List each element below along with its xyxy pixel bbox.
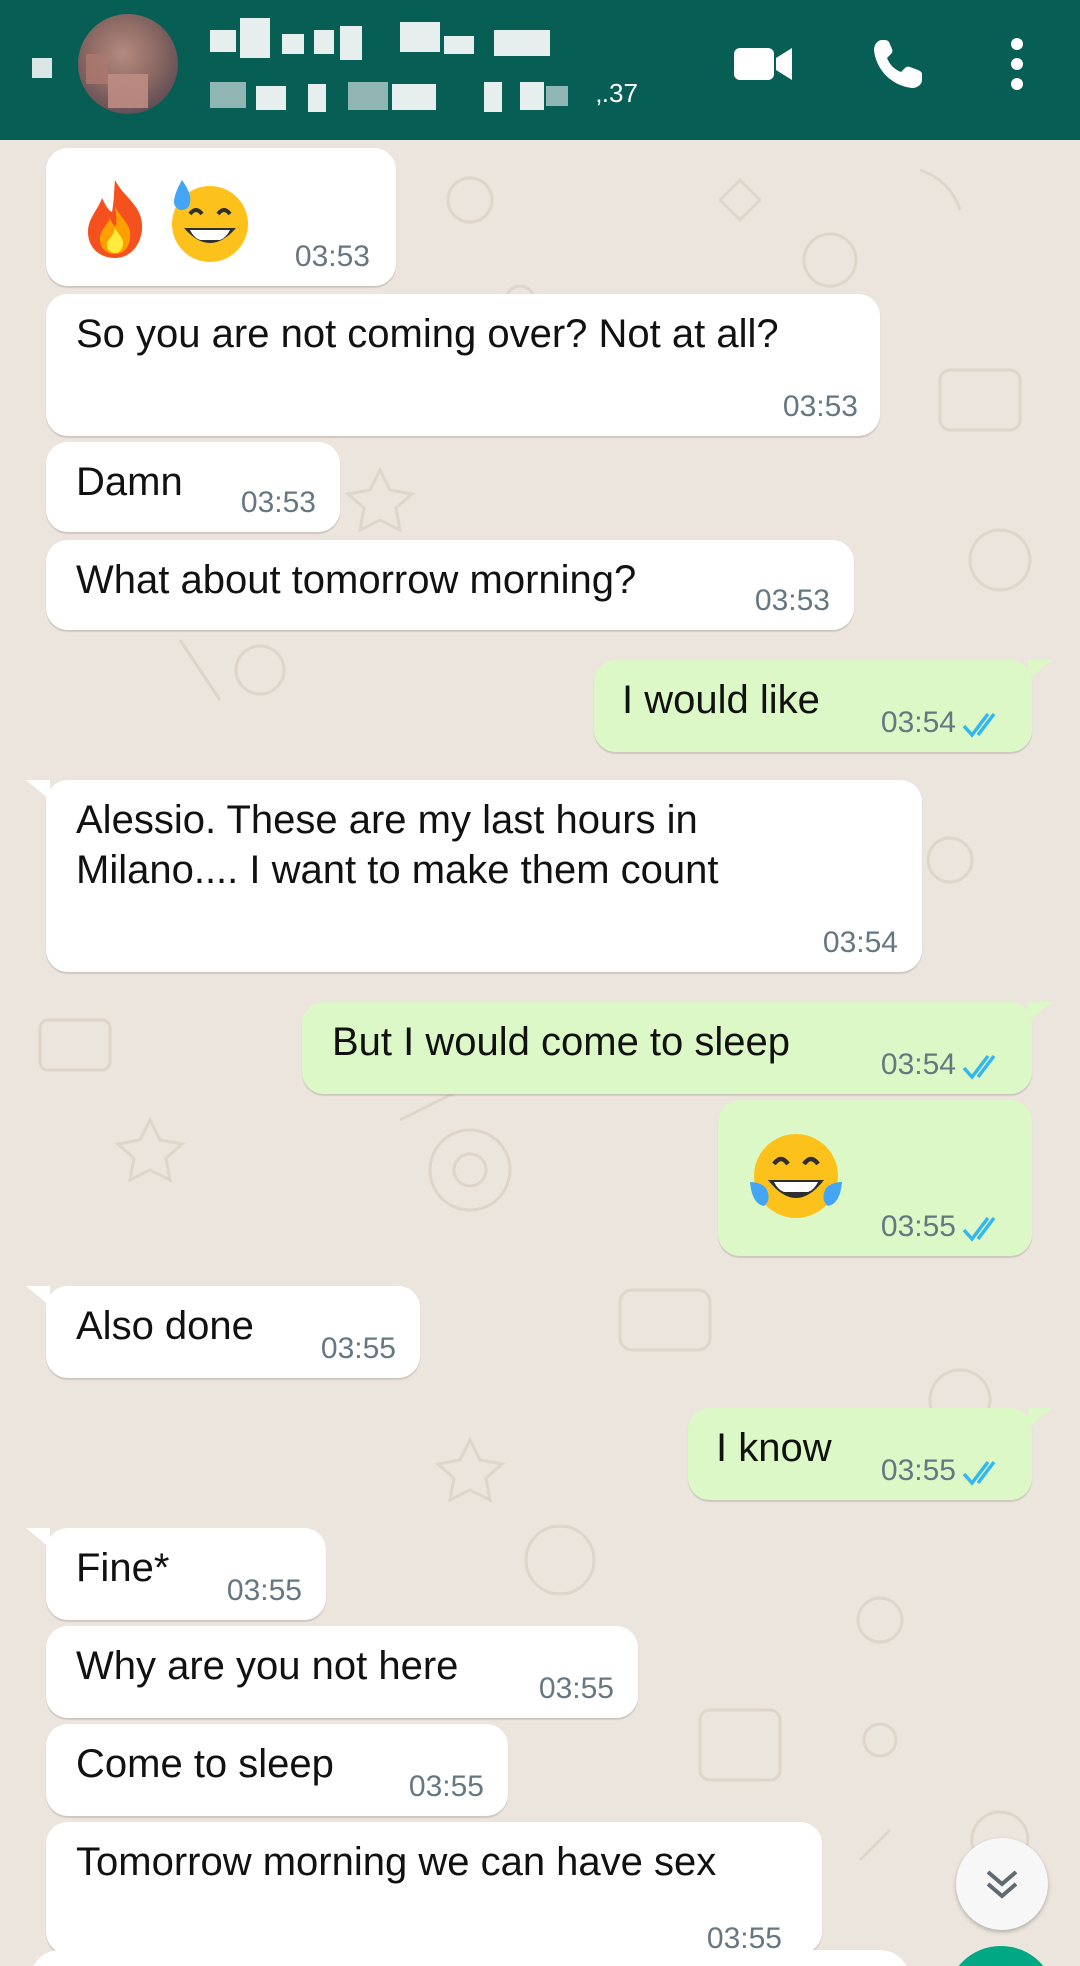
message-time: 03:53 xyxy=(240,486,316,519)
outgoing-message[interactable]: But I would come to sleep 03:54 xyxy=(302,1002,1052,1094)
incoming-message[interactable]: Also done 03:55 xyxy=(26,1286,420,1378)
message-text: So you are not coming over? Not at all? xyxy=(76,312,779,356)
message-text: Tomorrow morning we can have sex xyxy=(76,1840,717,1884)
message-time: 03:54 xyxy=(822,926,898,959)
incoming-message[interactable]: So you are not coming over? Not at all? … xyxy=(46,294,880,436)
message-text: Fine* xyxy=(76,1546,170,1590)
chat-header: ‚.37 xyxy=(0,0,1080,140)
read-receipt-icon xyxy=(962,1054,996,1080)
avatar[interactable] xyxy=(78,14,178,114)
back-icon[interactable] xyxy=(32,58,52,78)
status-fragment: ‚.37 xyxy=(596,78,638,108)
message-time: 03:54 xyxy=(880,1048,956,1081)
message-time: 03:54 xyxy=(880,706,956,739)
message-text: Why are you not here xyxy=(76,1644,459,1688)
message-time: 03:55 xyxy=(538,1672,614,1705)
outgoing-message[interactable]: 03:55 xyxy=(718,1100,1032,1256)
message-time: 03:55 xyxy=(880,1210,956,1243)
message-time: 03:53 xyxy=(294,240,370,273)
outgoing-message[interactable]: I would like 03:54 xyxy=(594,660,1052,752)
message-text: Damn xyxy=(76,460,183,504)
tears-of-joy-emoji xyxy=(750,1134,842,1218)
message-time: 03:55 xyxy=(880,1454,956,1487)
outgoing-message[interactable]: I know 03:55 xyxy=(688,1408,1052,1500)
grinning-sweat-emoji xyxy=(172,180,248,262)
message-time: 03:53 xyxy=(782,390,858,423)
message-time: 03:55 xyxy=(226,1574,302,1607)
message-text: I would like xyxy=(622,678,820,722)
incoming-message[interactable]: Why are you not here 03:55 xyxy=(46,1626,638,1718)
phone-icon[interactable] xyxy=(870,36,926,92)
incoming-message[interactable]: Tomorrow morning we can have sex 03:55 xyxy=(46,1822,822,1954)
incoming-message[interactable]: Alessio. These are my last hours in Mila… xyxy=(26,780,922,972)
read-receipt-icon xyxy=(962,1460,996,1486)
message-time: 03:53 xyxy=(754,584,830,617)
message-text-line: Milano.... I want to make them count xyxy=(76,848,719,892)
message-text-line: Alessio. These are my last hours in xyxy=(76,798,698,842)
message-text: What about tomorrow morning? xyxy=(76,558,637,602)
incoming-message[interactable]: Damn 03:53 xyxy=(46,442,340,532)
incoming-message[interactable]: What about tomorrow morning? 03:53 xyxy=(46,540,854,630)
more-vertical-icon[interactable] xyxy=(1006,36,1028,92)
video-call-icon[interactable] xyxy=(734,44,794,84)
fire-emoji xyxy=(88,180,143,258)
scroll-to-bottom-button[interactable] xyxy=(956,1838,1048,1930)
partial-message[interactable] xyxy=(30,1950,910,1966)
message-text: Also done xyxy=(76,1304,254,1348)
incoming-message[interactable]: 03:53 xyxy=(46,148,396,286)
incoming-message[interactable]: Fine* 03:55 xyxy=(26,1528,326,1620)
message-text: But I would come to sleep xyxy=(332,1020,791,1064)
message-time: 03:55 xyxy=(320,1332,396,1365)
read-receipt-icon xyxy=(962,1216,996,1242)
chevron-double-down-icon xyxy=(986,1870,1018,1899)
incoming-message[interactable]: Come to sleep 03:55 xyxy=(46,1724,508,1816)
message-text: I know xyxy=(716,1426,832,1470)
message-time: 03:55 xyxy=(408,1770,484,1803)
read-receipt-icon xyxy=(962,712,996,738)
message-text: Come to sleep xyxy=(76,1742,334,1786)
